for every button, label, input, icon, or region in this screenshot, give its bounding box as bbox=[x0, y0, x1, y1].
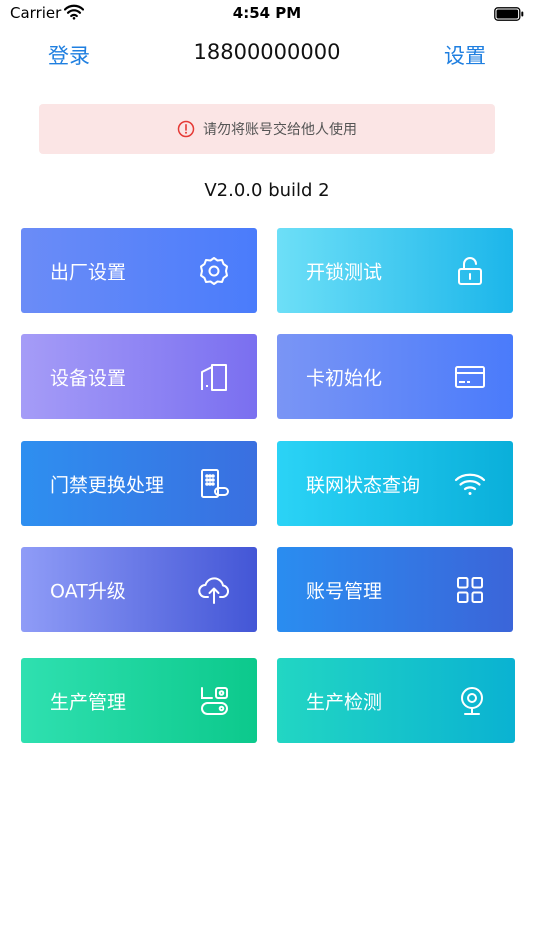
wifi-icon bbox=[453, 467, 487, 501]
card-init-button[interactable]: 卡初始化 bbox=[277, 334, 513, 419]
tile-label: 联网状态查询 bbox=[306, 474, 421, 496]
tile-label: 出厂设置 bbox=[50, 261, 127, 283]
tile-label: 生产管理 bbox=[50, 691, 127, 713]
camera-icon bbox=[455, 684, 489, 718]
door-keypad-icon bbox=[197, 467, 231, 501]
tile-label: 设备设置 bbox=[50, 367, 127, 389]
clock: 4:54 PM bbox=[232, 4, 302, 22]
version-label: V2.0.0 build 2 bbox=[204, 180, 330, 201]
production-icon bbox=[197, 684, 231, 718]
grid-icon bbox=[453, 573, 487, 607]
tile-label: 卡初始化 bbox=[306, 367, 383, 389]
network-status-button[interactable]: 联网状态查询 bbox=[277, 441, 513, 526]
factory-settings-button[interactable]: 出厂设置 bbox=[21, 228, 257, 313]
alert-circle-icon bbox=[177, 120, 195, 138]
oat-upgrade-button[interactable]: OAT升级 bbox=[21, 547, 257, 632]
warning-banner: 请勿将账号交给他人使用 bbox=[39, 104, 495, 154]
device-panel-icon bbox=[197, 360, 231, 394]
tile-label: 开锁测试 bbox=[306, 261, 383, 283]
door-replacement-button[interactable]: 门禁更换处理 bbox=[21, 441, 257, 526]
warning-text: 请勿将账号交给他人使用 bbox=[203, 122, 357, 138]
nav-bar: 登录 18800000000 设置 bbox=[0, 38, 534, 72]
tile-label: 门禁更换处理 bbox=[50, 474, 165, 496]
production-inspection-button[interactable]: 生产检测 bbox=[277, 658, 515, 743]
device-settings-button[interactable]: 设备设置 bbox=[21, 334, 257, 419]
tile-label: 生产检测 bbox=[306, 691, 383, 713]
unlock-test-button[interactable]: 开锁测试 bbox=[277, 228, 513, 313]
tile-label: 账号管理 bbox=[306, 580, 383, 602]
status-bar: Carrier 4:54 PM bbox=[0, 0, 534, 28]
unlock-icon bbox=[453, 254, 487, 288]
battery-icon bbox=[494, 6, 524, 25]
production-management-button[interactable]: 生产管理 bbox=[21, 658, 257, 743]
gear-icon bbox=[197, 254, 231, 288]
card-icon bbox=[453, 360, 487, 394]
tile-label: OAT升级 bbox=[50, 580, 126, 602]
upload-cloud-icon bbox=[197, 573, 231, 607]
account-management-button[interactable]: 账号管理 bbox=[277, 547, 513, 632]
settings-button[interactable]: 设置 bbox=[444, 40, 486, 70]
